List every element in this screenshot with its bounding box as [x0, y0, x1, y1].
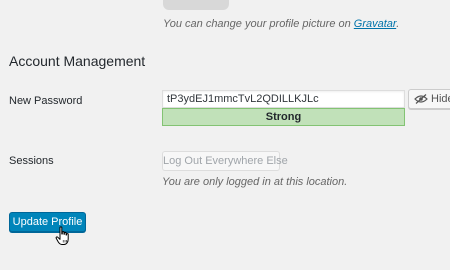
log-out-everywhere-button[interactable]: Log Out Everywhere Else	[162, 151, 288, 171]
avatar-image	[163, 0, 229, 10]
gravatar-link[interactable]: Gravatar	[354, 18, 396, 30]
avatar-description: You can change your profile picture on G…	[163, 18, 399, 30]
section-title: Account Management	[9, 53, 146, 69]
eye-slash-icon	[414, 94, 428, 104]
password-strength-meter: Strong	[162, 108, 405, 126]
hide-password-label: Hide	[431, 93, 450, 105]
new-password-label: New Password	[9, 95, 83, 107]
sessions-label: Sessions	[9, 155, 54, 167]
new-password-input[interactable]	[162, 90, 405, 108]
update-profile-button[interactable]: Update Profile	[9, 212, 86, 232]
sessions-description: You are only logged in at this location.	[162, 176, 348, 188]
hand-pointer-cursor-icon	[55, 226, 71, 246]
avatar-description-prefix: You can change your profile picture on	[163, 18, 354, 30]
hide-password-button[interactable]: Hide	[408, 89, 450, 109]
avatar-description-suffix: .	[396, 18, 400, 30]
